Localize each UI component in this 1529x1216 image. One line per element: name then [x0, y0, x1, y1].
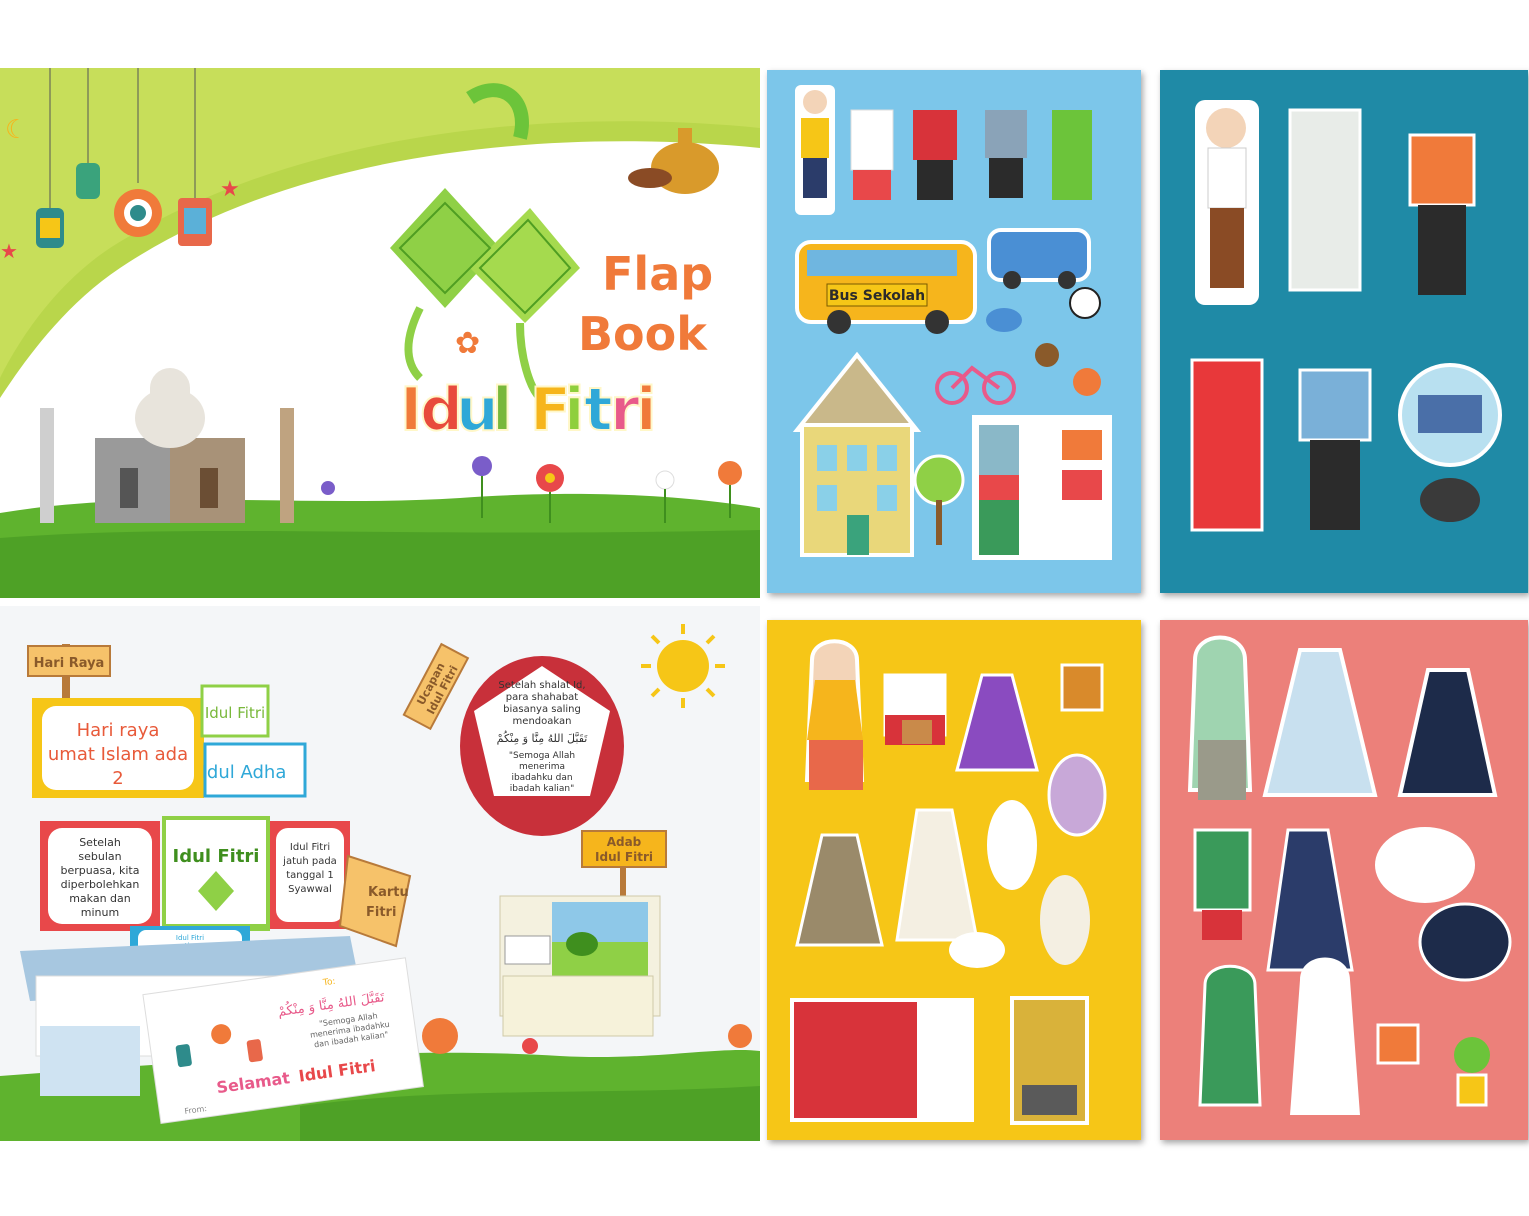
flap-book-open-panel: Hari Raya Hari raya umat Islam ada 2 Idu… [0, 606, 760, 1141]
boy-sticker [795, 85, 835, 215]
flower-card-line: para shahabat [506, 692, 579, 703]
boy-sticker [1195, 100, 1259, 305]
greeting-to-label: To: [321, 977, 336, 989]
helicopter-icon [986, 308, 1022, 332]
car-sticker [987, 228, 1091, 289]
shirt-sticker [850, 109, 1092, 200]
cover-title-letter: l [492, 375, 513, 445]
card-left-line: diperbolehkan [61, 878, 140, 891]
flower-card-quote-line: "Semoga Allah [509, 751, 575, 761]
cover-title-letter: i [564, 375, 585, 445]
sticker-sheet-blue-art: Bus Sekolah [792, 85, 1112, 560]
sticker-sheet-teal-art [1190, 100, 1502, 532]
taj-mahal-icon [40, 368, 294, 523]
cover-title-letter: i [636, 375, 657, 445]
sun-icon [641, 624, 725, 708]
white-robe-sticker [1290, 957, 1360, 1115]
flower-card-line: mendoakan [513, 716, 572, 727]
sign-kartu-line1: Kartu [368, 885, 409, 900]
flower-card-line: Setelah shalat Id, [498, 680, 585, 691]
card-left-line: sebulan [78, 850, 121, 863]
school-uniform-sticker [883, 673, 947, 745]
green-robe-sticker [1198, 964, 1262, 1107]
watering-can-icon [1376, 1023, 1420, 1065]
bus-sticker: Bus Sekolah [795, 240, 977, 334]
bus-label: Bus Sekolah [829, 288, 925, 304]
flap-book-illustration: Hari Raya Hari raya umat Islam ada 2 Idu… [0, 624, 760, 1141]
desk-sticker [1060, 663, 1104, 712]
card-main-line2: umat Islam ada [48, 744, 188, 765]
sticker-sheet-blue: Bus Sekolah [767, 70, 1141, 593]
beach-ball-icon [1073, 368, 1101, 396]
sticker-sheet-yellow [767, 620, 1141, 1140]
flower-card-line: biasanya saling [503, 704, 581, 715]
sticker-sheet-teal [1160, 70, 1528, 593]
flower-card-quote-line: ibadahku dan [511, 773, 572, 783]
card-left-line: Setelah [79, 836, 121, 849]
sign-hari-raya: Hari Raya [34, 656, 105, 671]
card-main-line3: 2 [112, 768, 123, 789]
svg-text:☾: ☾ [5, 115, 28, 145]
girl-sticker [804, 639, 865, 790]
teddy-bear-icon [1035, 343, 1059, 367]
bed-sticker [790, 998, 974, 1122]
sign-kartu-line2: Fitri [366, 905, 396, 920]
firefighter-uniform-sticker [1190, 358, 1264, 532]
house-sticker [792, 351, 922, 557]
cover-title-book: Book [578, 307, 708, 361]
bicycle-icon [935, 365, 1016, 405]
flower-card-quote-line: menerima [519, 762, 565, 772]
card-left-line: makan dan [69, 892, 131, 905]
flower-card-arabic: تَقَبَّلَ اللهُ مِنَّا وَ مِنْكُمْ [497, 730, 588, 745]
floral-dress-sticker [1262, 648, 1378, 797]
flower-card-quote-line: ibadah kalian" [510, 784, 574, 794]
tree-sticker [913, 454, 965, 545]
flower-card-quote: "Semoga Allahmenerimaibadahku danibadah … [509, 751, 575, 794]
navy-dress-sticker [1397, 668, 1498, 797]
furniture-sticker [972, 415, 1112, 560]
card-left-line: berpuasa, kita [61, 864, 140, 877]
card-right-line: jatuh pada [282, 856, 337, 867]
green-blouse-sticker [1193, 828, 1252, 940]
tag-idul-fitri: Idul Fitri [205, 704, 265, 722]
cover-title-flap: Flap [602, 247, 713, 301]
card-right-line: Idul Fitri [290, 842, 330, 853]
sticker-sheet-pink [1160, 620, 1528, 1140]
soccer-ball-icon [1069, 287, 1101, 319]
doctor-uniform-sticker [1288, 108, 1362, 292]
postman-uniform-sticker [1298, 368, 1372, 530]
flower-dress-sticker [1266, 828, 1354, 972]
sticker-sheet-yellow-art [790, 639, 1107, 1125]
tag-idul-adha: Idul Adha [202, 762, 287, 783]
wardrobe-sticker [1010, 996, 1089, 1125]
card-right-line: Syawwal [288, 884, 332, 895]
white-dress-sticker [895, 808, 979, 942]
sign-adab-line2: Idul Fitri [595, 850, 653, 864]
card-main-line1: Hari raya [77, 720, 160, 741]
card-center-title: Idul Fitri [173, 846, 260, 867]
purple-dress-sticker [955, 673, 1039, 772]
cover-illustration: ★ ★ ☾ Flap Book Idul Fi tri ✿ [0, 68, 760, 598]
potted-plant-icon [1454, 1037, 1490, 1107]
cover-title-letter: t [584, 375, 613, 445]
hijab-sticker [1047, 753, 1107, 837]
cover-panel: ★ ★ ☾ Flap Book Idul Fitri ✿ [0, 68, 760, 598]
cover-title-letter: I [400, 375, 422, 445]
butterfly-icon: ✿ [455, 326, 480, 361]
card-left-line: minum [81, 906, 119, 919]
svg-text:★: ★ [0, 239, 18, 263]
girl-hijab-sticker [1187, 635, 1253, 800]
brown-dress-sticker [795, 833, 884, 947]
headscarf-sticker [1375, 827, 1512, 982]
flower-card: Setelah shalat Id,para shahabatbiasanya … [460, 656, 624, 836]
card-under-line: Idul Fitri [176, 934, 204, 942]
svg-text:★: ★ [220, 177, 240, 202]
sticker-sheet-pink-art [1187, 635, 1512, 1115]
card-right-line: tanggal 1 [286, 870, 334, 881]
sign-adab-line1: Adab [607, 835, 642, 849]
construction-uniform-sticker [1408, 133, 1476, 295]
laptop-desk-sticker [1398, 363, 1502, 522]
